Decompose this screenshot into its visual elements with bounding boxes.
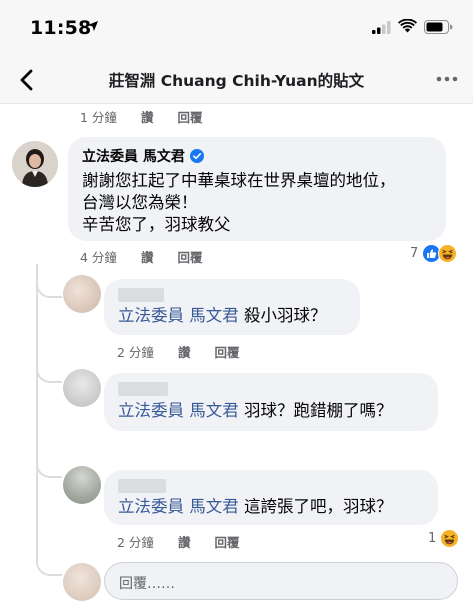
- avatar[interactable]: [63, 466, 101, 504]
- thread-connector: [36, 556, 62, 576]
- reply-bubble: 立法委員 馬文君 羽球？跑錯棚了嗎？: [104, 373, 438, 431]
- thread-connector: [36, 458, 62, 478]
- previous-comment-meta: 1 分鐘 讚 回覆: [80, 107, 202, 126]
- thread-connector: [36, 278, 62, 298]
- reply-message: 殺小羽球？: [238, 306, 327, 325]
- reply-link[interactable]: 回覆: [214, 342, 239, 361]
- reply-link[interactable]: 回覆: [177, 247, 202, 266]
- comment-time: 4 分鐘: [80, 250, 117, 265]
- reply-text: 立法委員 馬文君 這誇張了吧，羽球？: [118, 496, 393, 518]
- reply-link[interactable]: 回覆: [214, 532, 239, 551]
- comment-line: 台灣以您為榮！: [82, 193, 198, 212]
- wifi-icon: [398, 19, 417, 33]
- avatar[interactable]: [12, 141, 58, 187]
- thread-connector: [36, 363, 62, 383]
- reply-bubble: 立法委員 馬文君 這誇張了吧，羽球？: [104, 470, 438, 525]
- comment-line: 謝謝您扛起了中華桌球在世界桌壇的地位，: [82, 171, 396, 190]
- reply-input[interactable]: 回覆……: [104, 562, 458, 600]
- reaction-count: 1: [428, 531, 437, 546]
- current-user-avatar: [63, 563, 101, 601]
- comment-author[interactable]: 立法委員 馬文君: [82, 146, 432, 166]
- status-bar: 11:58: [0, 0, 473, 56]
- reply-meta: 2 分鐘 讚 回覆: [117, 532, 239, 551]
- reply-message: 羽球？跑錯棚了嗎？: [238, 401, 393, 420]
- blurred-author-name: [118, 382, 168, 396]
- cellular-signal-icon: [372, 21, 391, 34]
- reply-message: 這誇張了吧，羽球？: [238, 497, 393, 516]
- blurred-author-name: [118, 479, 166, 493]
- reaction-summary[interactable]: 1: [428, 529, 460, 548]
- status-time: 11:58: [30, 17, 92, 39]
- comment-meta: 4 分鐘 讚 回覆: [80, 247, 202, 266]
- mention-link[interactable]: 立法委員 馬文君: [118, 401, 239, 420]
- reply-input-placeholder: 回覆……: [119, 576, 175, 592]
- like-link[interactable]: 讚: [178, 342, 191, 361]
- more-options-icon[interactable]: [432, 68, 462, 90]
- location-arrow-icon: [88, 21, 98, 31]
- avatar[interactable]: [63, 369, 101, 407]
- reaction-summary[interactable]: 7: [410, 244, 458, 263]
- mention-link[interactable]: 立法委員 馬文君: [118, 306, 239, 325]
- blurred-author-name: [118, 288, 164, 302]
- like-link[interactable]: 讚: [141, 107, 154, 126]
- page-title: 莊智淵 Chuang Chih-Yuan的貼文: [108, 72, 365, 90]
- comment-time: 2 分鐘: [117, 345, 154, 360]
- comment-text: 謝謝您扛起了中華桌球在世界桌壇的地位， 台灣以您為榮！ 辛苦您了，羽球教父: [82, 170, 432, 236]
- avatar[interactable]: [63, 275, 101, 313]
- comment-line: 辛苦您了，羽球教父: [82, 215, 231, 234]
- mention-link[interactable]: 立法委員 馬文君: [118, 497, 239, 516]
- comment-bubble: 立法委員 馬文君 謝謝您扛起了中華桌球在世界桌壇的地位， 台灣以您為榮！ 辛苦您…: [68, 137, 446, 241]
- reply-text: 立法委員 馬文君 羽球？跑錯棚了嗎？: [118, 400, 393, 422]
- reply-meta: 2 分鐘 讚 回覆: [117, 342, 239, 361]
- thread-line: [36, 264, 38, 564]
- comment-time: 1 分鐘: [80, 110, 117, 125]
- post-header: 莊智淵 Chuang Chih-Yuan的貼文: [0, 56, 473, 104]
- like-link[interactable]: 讚: [141, 247, 154, 266]
- haha-reaction-icon: [438, 244, 458, 263]
- battery-icon: [424, 20, 453, 34]
- like-link[interactable]: 讚: [178, 532, 191, 551]
- reaction-count: 7: [410, 246, 419, 261]
- verified-badge-icon: [189, 149, 204, 163]
- author-name[interactable]: 立法委員 馬文君: [82, 146, 185, 166]
- reply-text: 立法委員 馬文君 殺小羽球？: [118, 305, 327, 327]
- profile-photo-icon: [12, 141, 58, 187]
- comment-time: 2 分鐘: [117, 535, 154, 550]
- reply-link[interactable]: 回覆: [177, 107, 202, 126]
- reply-bubble: 立法委員 馬文君 殺小羽球？: [104, 279, 360, 335]
- haha-reaction-icon: [440, 529, 460, 548]
